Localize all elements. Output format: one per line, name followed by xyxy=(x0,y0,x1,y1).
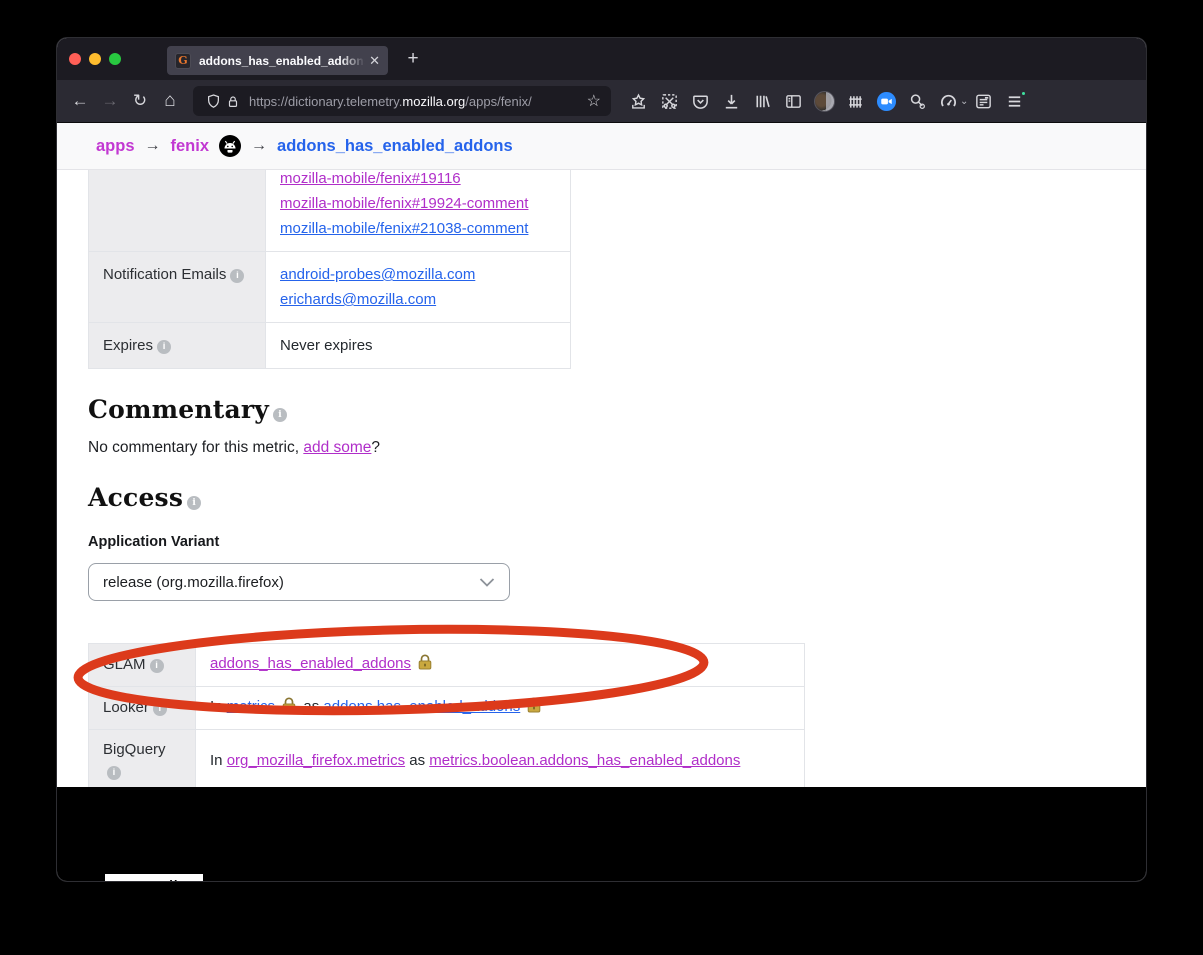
containers-fence-icon[interactable] xyxy=(840,86,871,116)
notification-emails-cell: android-probes@mozilla.com erichards@moz… xyxy=(266,252,571,323)
looker-label: Lookeri xyxy=(89,687,196,730)
breadcrumb-fenix-link[interactable]: fenix xyxy=(171,137,210,156)
zoom-meeting-icon[interactable] xyxy=(871,86,902,116)
page-content: mozilla-mobile/fenix#19116 mozilla-mobil… xyxy=(57,170,1146,787)
navigation-toolbar: ← → ↻ ⌂ https://dictionary.telemetry.moz… xyxy=(57,80,1146,123)
lock-icon xyxy=(282,697,296,720)
glam-label: GLAMi xyxy=(89,644,196,687)
source-links-cell: mozilla-mobile/fenix#19116 mozilla-mobil… xyxy=(266,170,571,252)
table-row: BigQueryi In org_mozilla_firefox.metrics… xyxy=(89,730,805,788)
commentary-heading: Commentaryi xyxy=(88,395,1146,424)
bigquery-label: BigQueryi xyxy=(89,730,196,788)
bug-link[interactable]: mozilla-mobile/fenix#19924-comment xyxy=(280,195,528,212)
tab-bar: G addons_has_enabled_addons | f ✕ + xyxy=(57,38,1146,80)
tab-close-icon[interactable]: ✕ xyxy=(369,53,380,69)
fullscreen-window-button[interactable] xyxy=(109,53,121,65)
breadcrumb-arrow-icon: → xyxy=(145,137,161,155)
info-icon[interactable]: i xyxy=(230,269,244,283)
lock-icon xyxy=(527,697,541,720)
cards-extension-icon[interactable] xyxy=(968,86,999,116)
shield-permissions-icon[interactable] xyxy=(203,86,223,116)
home-button[interactable]: ⌂ xyxy=(155,86,185,116)
forward-button[interactable]: → xyxy=(95,86,125,116)
breadcrumb: apps → fenix → addons_has_enabled_addons xyxy=(57,123,1146,170)
back-button[interactable]: ← xyxy=(65,86,95,116)
new-tab-button[interactable]: + xyxy=(397,44,429,74)
table-row: Notification Emailsi android-probes@mozi… xyxy=(89,252,571,323)
bug-link[interactable]: mozilla-mobile/fenix#21038-comment xyxy=(280,220,528,237)
sidebar-icon[interactable] xyxy=(778,86,809,116)
table-row: Lookeri In metrics as addons.has_enabled… xyxy=(89,687,805,730)
notification-emails-label: Notification Emailsi xyxy=(89,252,266,323)
access-heading: Accessi xyxy=(88,483,1146,512)
menu-icon[interactable] xyxy=(999,86,1030,116)
looker-cell: In metrics as addons.has_enabled_addons xyxy=(196,687,805,730)
commentary-text: No commentary for this metric, add some? xyxy=(88,439,1146,457)
glean-dictionary-favicon: G xyxy=(175,53,191,69)
glam-cell: addons_has_enabled_addons xyxy=(196,644,805,687)
breadcrumb-apps-link[interactable]: apps xyxy=(96,137,135,156)
select-chevron-icon xyxy=(479,578,495,587)
email-link[interactable]: erichards@mozilla.com xyxy=(280,291,436,308)
browser-window: G addons_has_enabled_addons | f ✕ + ← → … xyxy=(57,38,1146,881)
info-icon[interactable]: i xyxy=(157,340,171,354)
bigquery-column-link[interactable]: metrics.boolean.addons_has_enabled_addon… xyxy=(429,752,740,769)
source-label-cell xyxy=(89,170,266,252)
menu-notification-dot xyxy=(1020,90,1027,97)
breadcrumb-arrow-icon: → xyxy=(251,137,267,155)
metric-details-table: mozilla-mobile/fenix#19116 mozilla-mobil… xyxy=(88,170,571,369)
browser-tab[interactable]: G addons_has_enabled_addons | f ✕ xyxy=(167,46,388,75)
selected-variant: release (org.mozilla.firefox) xyxy=(103,574,479,591)
search-gear-extension-icon[interactable] xyxy=(902,86,933,116)
url-text: https://dictionary.telemetry.mozilla.org… xyxy=(249,94,583,109)
bookmark-page-star-icon[interactable]: ☆ xyxy=(587,91,601,111)
looker-explore-link[interactable]: metrics xyxy=(227,698,275,715)
add-commentary-link[interactable]: add some xyxy=(303,439,371,456)
bug-link[interactable]: mozilla-mobile/fenix#19116 xyxy=(280,170,461,187)
application-variant-label: Application Variant xyxy=(88,534,1146,550)
library-icon[interactable] xyxy=(747,86,778,116)
email-link[interactable]: android-probes@mozilla.com xyxy=(280,266,475,283)
bigquery-cell: In org_mozilla_firefox.metrics as metric… xyxy=(196,730,805,788)
expires-value: Never expires xyxy=(266,323,571,369)
info-icon[interactable]: i xyxy=(107,766,121,780)
downloads-icon[interactable] xyxy=(716,86,747,116)
url-bar[interactable]: https://dictionary.telemetry.mozilla.org… xyxy=(193,86,611,116)
profile-avatar[interactable] xyxy=(809,86,840,116)
info-icon[interactable]: i xyxy=(273,408,287,422)
info-icon[interactable]: i xyxy=(150,659,164,673)
lock-secure-icon[interactable] xyxy=(223,86,243,116)
close-window-button[interactable] xyxy=(69,53,81,65)
mozilla-logo: moz://a xyxy=(105,874,203,881)
breadcrumb-metric-link[interactable]: addons_has_enabled_addons xyxy=(277,137,513,156)
minimize-window-button[interactable] xyxy=(89,53,101,65)
pocket-icon[interactable] xyxy=(685,86,716,116)
android-icon xyxy=(219,135,241,157)
chevron-down-icon[interactable]: ⌄ xyxy=(960,96,968,107)
window-controls xyxy=(69,53,121,65)
lock-icon xyxy=(418,654,432,677)
access-table: GLAMi addons_has_enabled_addons Lookeri … xyxy=(88,643,805,787)
expires-label: Expiresi xyxy=(89,323,266,369)
table-row: mozilla-mobile/fenix#19116 mozilla-mobil… xyxy=(89,170,571,252)
bookmark-star-icon[interactable] xyxy=(623,86,654,116)
tab-title: addons_has_enabled_addons | f xyxy=(199,54,365,68)
screenshot-tool-icon[interactable] xyxy=(654,86,685,116)
application-variant-select[interactable]: release (org.mozilla.firefox) xyxy=(88,563,510,601)
table-row: Expiresi Never expires xyxy=(89,323,571,369)
glam-metric-link[interactable]: addons_has_enabled_addons xyxy=(210,655,411,672)
info-icon[interactable]: i xyxy=(153,702,167,716)
bigquery-table-link[interactable]: org_mozilla_firefox.metrics xyxy=(227,752,405,769)
info-icon[interactable]: i xyxy=(187,496,201,510)
page-footer: moz://a xyxy=(57,787,1146,881)
table-row: GLAMi addons_has_enabled_addons xyxy=(89,644,805,687)
looker-field-link[interactable]: addons.has_enabled_addons xyxy=(323,698,520,715)
reload-button[interactable]: ↻ xyxy=(125,86,155,116)
